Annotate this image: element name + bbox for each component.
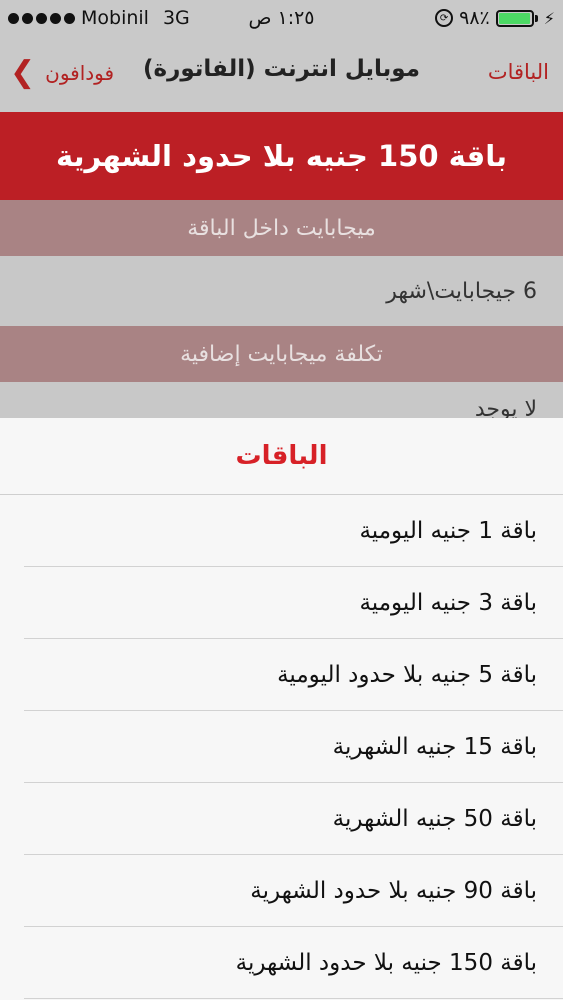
packages-action-sheet: الباقات باقة 1 جنيه اليومية باقة 3 جنيه … — [0, 418, 563, 1000]
orientation-lock-icon: ⟳ — [435, 9, 454, 27]
package-option[interactable]: باقة 5 جنيه بلا حدود اليومية — [0, 639, 563, 711]
battery-icon — [495, 9, 538, 27]
charging-bolt-icon: ⚡ — [543, 8, 555, 28]
included-mb-value: 6 جيجابايت\شهر — [0, 256, 563, 326]
section-header-included-mb: ميجابايت داخل الباقة — [0, 200, 563, 256]
package-list: باقة 1 جنيه اليومية باقة 3 جنيه اليومية … — [0, 495, 563, 999]
package-option[interactable]: باقة 90 جنيه بلا حدود الشهرية — [0, 855, 563, 927]
package-banner: باقة 150 جنيه بلا حدود الشهرية — [0, 112, 563, 200]
battery-fill — [498, 12, 531, 24]
page-title: موبايل انترنت (الفاتورة) — [143, 56, 420, 82]
battery-percent: ٩٨٪ — [459, 7, 490, 29]
navigation-bar: ❮ فودافون موبايل انترنت (الفاتورة) الباق… — [0, 38, 563, 112]
extra-mb-cost-value: لا يوجد — [0, 382, 563, 422]
package-option[interactable]: باقة 150 جنيه بلا حدود الشهرية — [0, 927, 563, 999]
package-option[interactable]: باقة 1 جنيه اليومية — [0, 495, 563, 567]
package-option[interactable]: باقة 3 جنيه اليومية — [0, 567, 563, 639]
package-option[interactable]: باقة 50 جنيه الشهرية — [0, 783, 563, 855]
packages-button[interactable]: الباقات — [488, 60, 549, 84]
status-right: ⟳ ٩٨٪ ⚡ — [435, 7, 555, 29]
section-header-extra-mb-cost: تكلفة ميجابايت إضافية — [0, 326, 563, 382]
sheet-title: الباقات — [0, 418, 563, 495]
status-bar: Mobinil 3G ١:٢٥ ص ⟳ ٩٨٪ ⚡ — [0, 0, 563, 38]
package-option[interactable]: باقة 15 جنيه الشهرية — [0, 711, 563, 783]
